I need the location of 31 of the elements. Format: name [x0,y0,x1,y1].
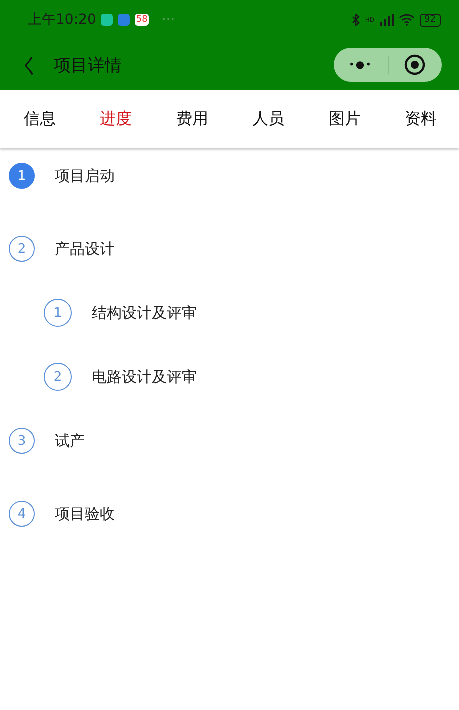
tab[interactable]: 费用 [176,104,208,134]
step-title: 结构设计及评审 [92,304,197,322]
more-button[interactable]: •●• [334,60,388,70]
more-notifications: ··· [162,12,176,28]
step-title: 电路设计及评审 [92,368,197,386]
step-title: 产品设计 [55,240,115,258]
step-title: 项目验收 [55,504,115,524]
app-icon [118,14,130,26]
shield-app-icon [101,14,114,26]
tab[interactable]: 信息 [24,104,56,134]
step-number: 2 [44,363,72,391]
app-badge-icon: 58 [135,14,149,26]
battery-level: 92 [420,14,441,26]
step-number: 4 [9,501,35,527]
signal-icon [380,14,394,26]
wifi-icon [398,14,415,26]
back-button[interactable]: く [20,52,40,78]
step-title: 项目启动 [55,166,115,186]
step-number: 3 [9,428,35,454]
tab[interactable]: 资料 [404,104,437,134]
step-number: 2 [9,236,35,262]
bluetooth-icon [352,14,360,26]
tab[interactable]: 图片 [328,104,361,134]
step-number: 1 [44,299,72,327]
tab[interactable]: 进度 [100,104,132,134]
page-title: 项目详情 [54,54,122,76]
clock-time: 上午10:20 [28,11,96,29]
close-target-icon[interactable] [404,54,426,76]
step-number: 1 [9,163,35,189]
tab[interactable]: 人员 [252,104,285,134]
step-title: 试产 [55,432,85,450]
